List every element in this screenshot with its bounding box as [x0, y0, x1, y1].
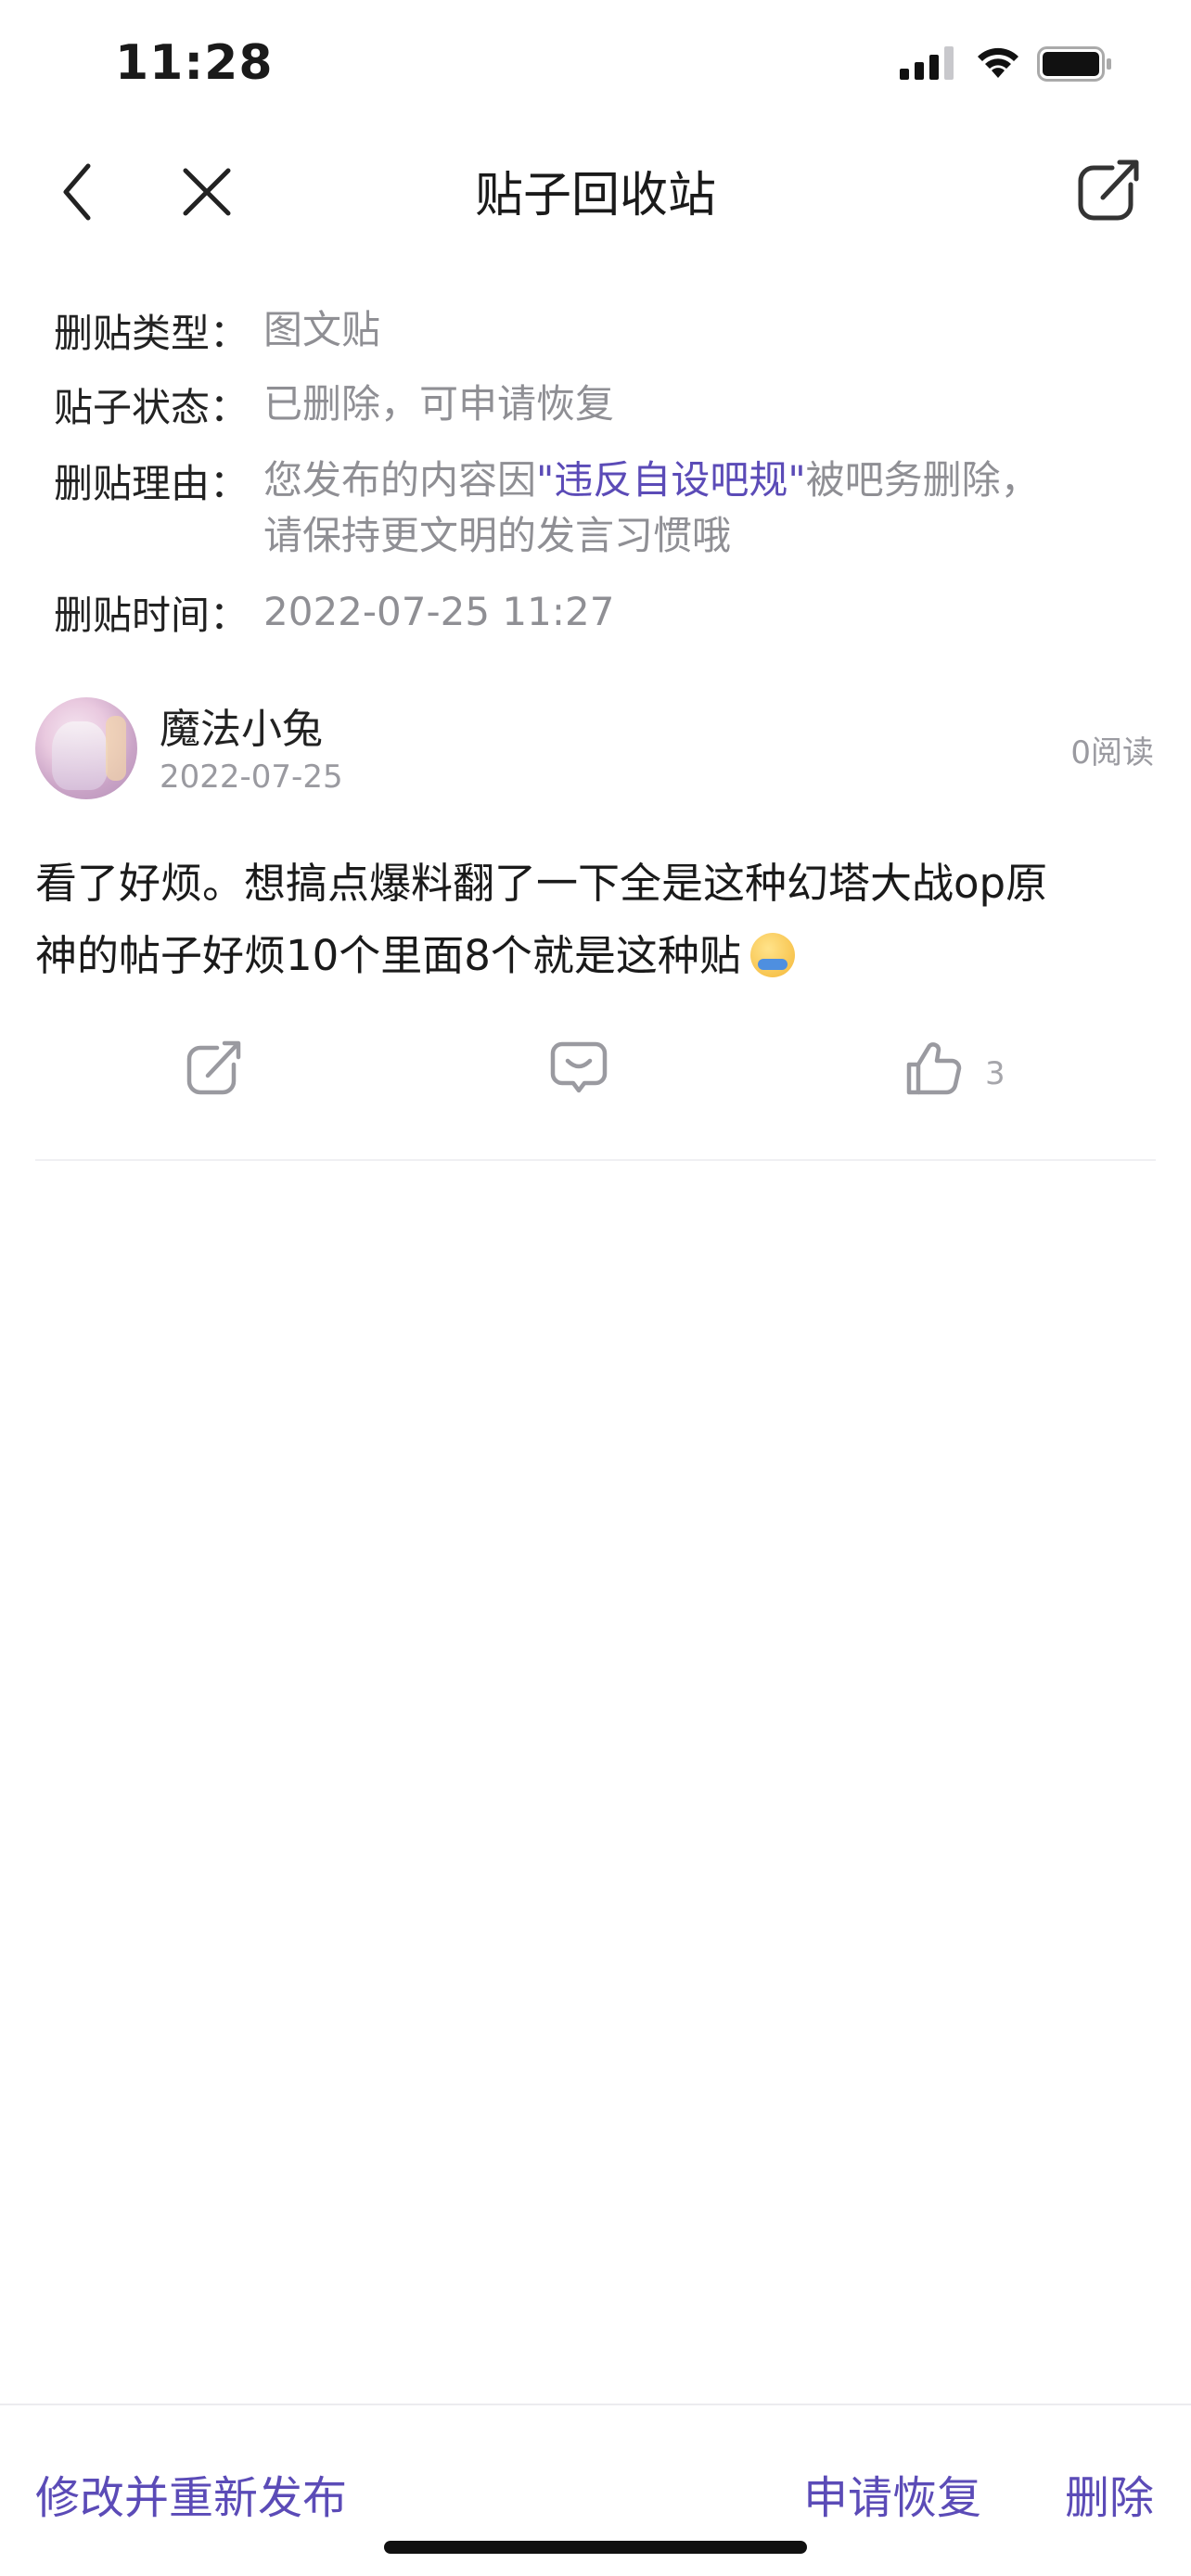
share-button[interactable]: [1067, 148, 1150, 232]
delete-type-value: 图文贴: [263, 307, 381, 352]
post-status-label: 贴子状态：: [54, 385, 250, 430]
like-button[interactable]: [903, 1039, 963, 1102]
reason-suffix: 被吧务删除，: [805, 457, 1040, 503]
cellular-signal-icon: [900, 46, 957, 83]
emoji-icon: [749, 933, 795, 977]
author-name[interactable]: 魔法小兔: [160, 695, 323, 755]
delete-time-label: 删贴时间：: [54, 593, 250, 638]
post-date: 2022-07-25: [160, 759, 343, 796]
divider: [35, 1159, 1156, 1161]
battery-icon: [1037, 46, 1113, 85]
like-count: 3: [985, 1055, 1005, 1092]
wifi-icon: [974, 43, 1022, 83]
post-content: 看了好烦。想搞点爆料翻了一下全是这种幻塔大战op原 神的帖子好烦10个里面8个就…: [35, 848, 1158, 992]
delete-type-label: 删贴类型：: [54, 311, 250, 356]
page-title: 贴子回收站: [474, 168, 716, 223]
delete-time-value: 2022-07-25 11:27: [263, 589, 615, 634]
home-indicator[interactable]: [384, 2541, 807, 2554]
bottom-bar-divider: [0, 2404, 1191, 2405]
share-icon: [186, 1040, 241, 1095]
delete-reason-value: 您发布的内容因"违反自设吧规"被吧务删除， 请保持更文明的发言习惯哦: [263, 453, 1040, 564]
read-count: 0阅读: [1070, 734, 1154, 772]
edit-republish-button[interactable]: 修改并重新发布: [35, 2461, 347, 2526]
reason-line2: 请保持更文明的发言习惯哦: [263, 513, 732, 558]
post-content-line2: 神的帖子好烦10个里面8个就是这种贴: [35, 931, 741, 980]
request-restore-button[interactable]: 申请恢复: [803, 2461, 981, 2526]
comment-icon: [550, 1041, 608, 1093]
avatar[interactable]: [35, 697, 137, 799]
rule-link[interactable]: "违反自设吧规": [536, 457, 806, 503]
post-content-line1: 看了好烦。想搞点爆料翻了一下全是这种幻塔大战op原: [35, 859, 1048, 908]
share-post-button[interactable]: [184, 1039, 243, 1102]
post-status-value: 已删除，可申请恢复: [263, 381, 615, 427]
thumbs-up-icon: [906, 1042, 962, 1095]
share-icon: [1078, 159, 1139, 221]
comment-button[interactable]: [549, 1039, 608, 1102]
reason-prefix: 您发布的内容因: [263, 457, 537, 503]
delete-button[interactable]: 删除: [1065, 2461, 1154, 2526]
delete-reason-label: 删贴理由：: [54, 461, 250, 506]
status-time: 11:28: [115, 35, 274, 91]
